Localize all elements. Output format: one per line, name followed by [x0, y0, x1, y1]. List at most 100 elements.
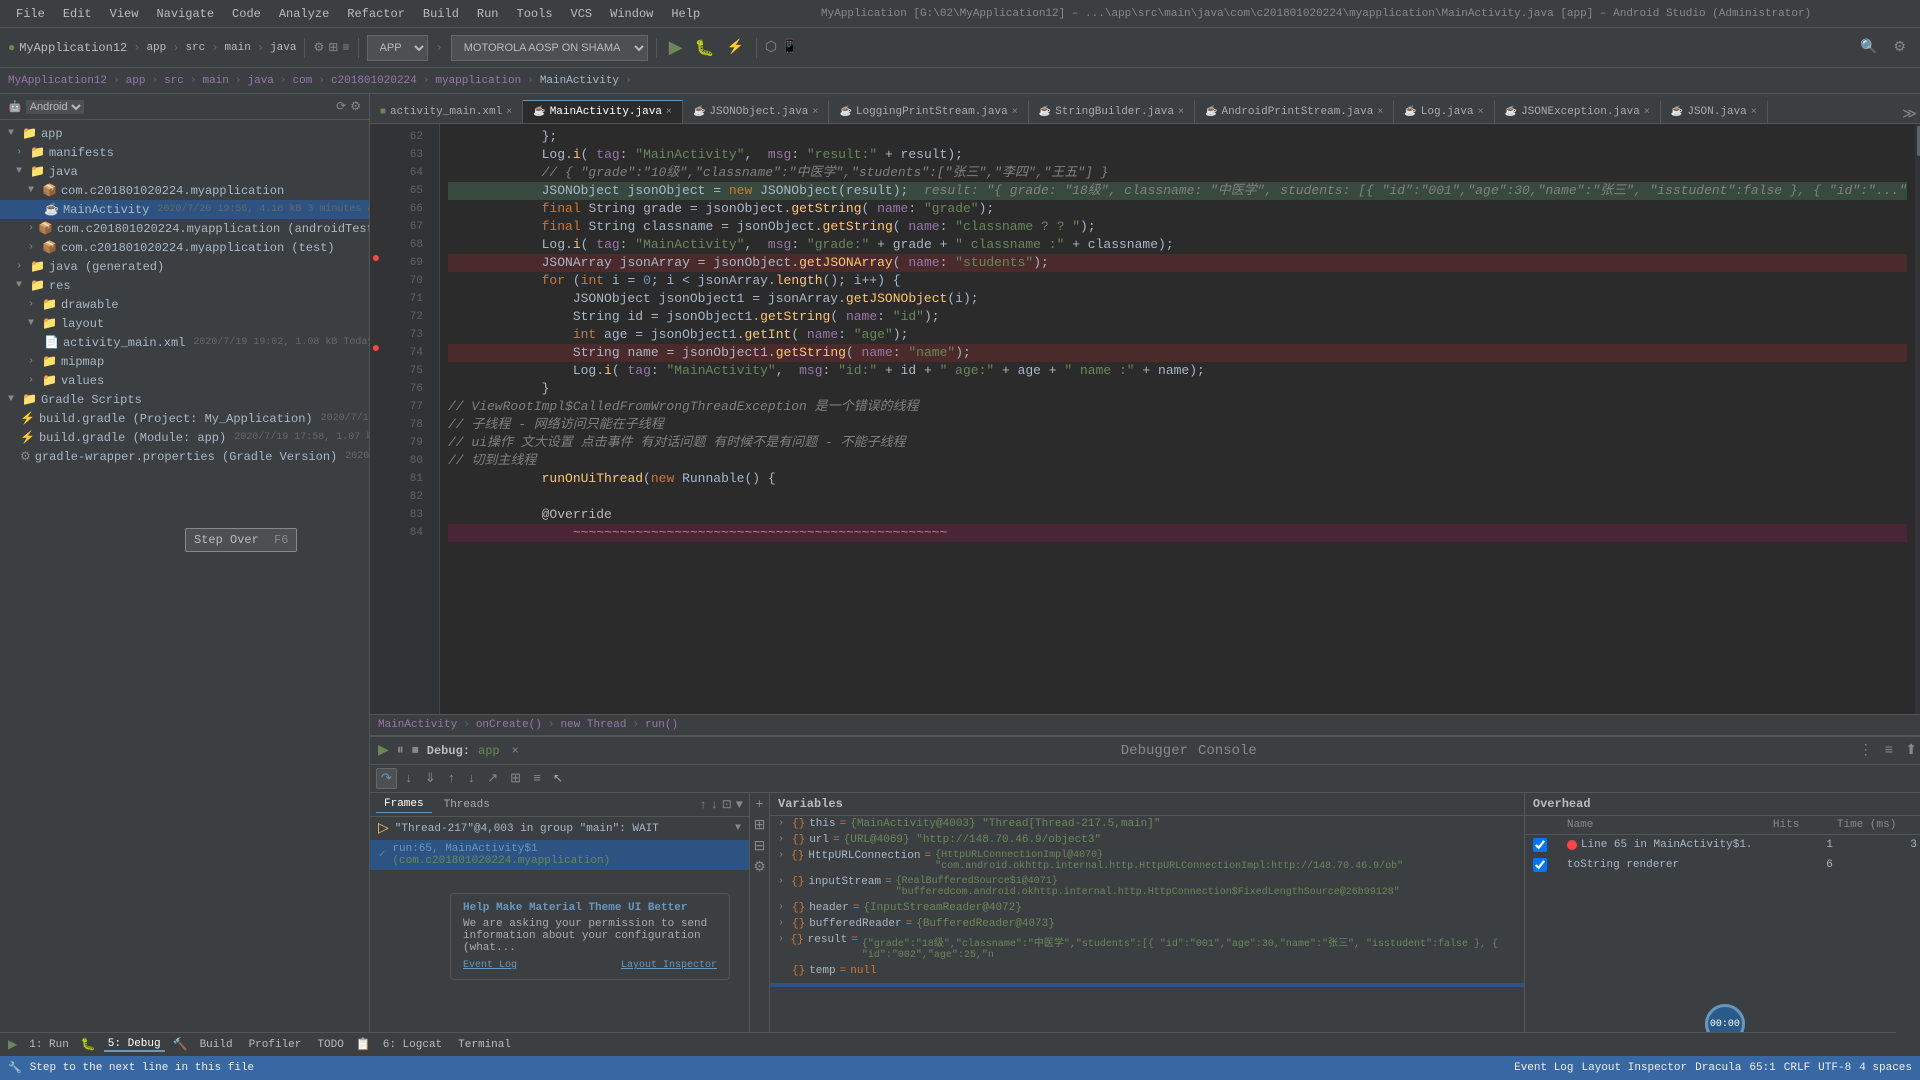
overhead-row-1[interactable]: Line 65 in MainActivity$1. 1 3: [1525, 835, 1920, 855]
menu-build[interactable]: Build: [415, 5, 467, 23]
step-over-btn[interactable]: ↷: [376, 768, 397, 789]
debugger-tab-btn[interactable]: Debugger: [1117, 741, 1192, 761]
nav-crumb-src[interactable]: src: [164, 75, 184, 87]
menu-edit[interactable]: Edit: [55, 5, 100, 23]
overhead-row-2[interactable]: toString renderer 6: [1525, 855, 1920, 875]
tab-stringbuilder-java[interactable]: ☕ StringBuilder.java ×: [1029, 100, 1195, 123]
var-header[interactable]: › {} header = {InputStreamReader@4072}: [770, 900, 1524, 916]
trace-btn[interactable]: ≡: [529, 769, 545, 788]
force-step-into-btn[interactable]: ⇓: [421, 769, 440, 788]
tab-androidprintstream-java[interactable]: ☕ AndroidPrintStream.java ×: [1195, 100, 1394, 123]
menu-vcs[interactable]: VCS: [563, 5, 601, 23]
add-watch-btn[interactable]: +: [752, 797, 767, 813]
bottom-tab-debug[interactable]: 5: Debug: [104, 1038, 165, 1052]
debug-restore-btn[interactable]: ⬆: [1905, 742, 1917, 759]
tree-mainactivity[interactable]: ☕ MainActivity 2020/7/20 19:56, 4.18 kB …: [0, 200, 369, 219]
threads-tab[interactable]: Threads: [436, 797, 498, 813]
menu-analyze[interactable]: Analyze: [271, 5, 337, 23]
run-to-cursor-btn[interactable]: ↗: [483, 769, 502, 788]
search-everywhere-icon[interactable]: 🔍: [1854, 39, 1883, 56]
collapse-all-btn[interactable]: ⊟: [752, 838, 767, 855]
expand-all-btn[interactable]: ⊞: [752, 817, 767, 834]
overhead-checkbox-2[interactable]: [1533, 858, 1547, 872]
bottom-tab-build[interactable]: Build: [196, 1039, 237, 1051]
menu-navigate[interactable]: Navigate: [148, 5, 222, 23]
menu-help[interactable]: Help: [663, 5, 708, 23]
nav-crumb-mainactivity[interactable]: MainActivity: [540, 75, 619, 87]
status-encoding[interactable]: UTF-8: [1818, 1062, 1851, 1074]
nav-crumb-app[interactable]: app: [126, 75, 146, 87]
tree-res[interactable]: ▼ 📁 res: [0, 276, 369, 295]
step-out-btn[interactable]: ↑: [444, 769, 460, 788]
tree-java-generated[interactable]: › 📁 java (generated): [0, 257, 369, 276]
tree-app[interactable]: ▼ 📁 app: [0, 124, 369, 143]
tab-close-btn[interactable]: ×: [666, 107, 672, 118]
var-settings-btn[interactable]: ⚙: [752, 859, 767, 876]
toolbar-icon-2[interactable]: ⊞: [328, 40, 338, 55]
tab-close-btn[interactable]: ×: [1178, 107, 1184, 118]
run-button[interactable]: ▶: [665, 35, 687, 61]
nav-crumb-java[interactable]: java: [248, 75, 274, 87]
nav-crumb-myapp[interactable]: myapplication: [435, 75, 521, 87]
var-temp[interactable]: {} temp = null: [770, 963, 1524, 979]
tab-jsonexception-java[interactable]: ☕ JSONException.java ×: [1495, 100, 1661, 123]
frame-filter-btn[interactable]: ▼: [736, 798, 743, 812]
breadcrumb-run[interactable]: run(): [645, 719, 678, 731]
bottom-tab-run[interactable]: 1: Run: [25, 1039, 73, 1051]
frame-item-thread217[interactable]: ▷ "Thread-217"@4,003 in group "main": WA…: [370, 817, 749, 840]
var-this[interactable]: › {} this = {MainActivity@4003} "Thread[…: [770, 816, 1524, 832]
frame-down-btn[interactable]: ↓: [711, 798, 718, 812]
status-crlf[interactable]: CRLF: [1784, 1062, 1810, 1074]
tab-close-btn[interactable]: ×: [812, 107, 818, 118]
tree-values[interactable]: › 📁 values: [0, 371, 369, 390]
breakpoint-74[interactable]: ●: [370, 340, 382, 358]
tree-gradle-scripts[interactable]: ▼ 📁 Gradle Scripts: [0, 390, 369, 409]
frame-item-run65[interactable]: ✓ run:65, MainActivity$1 (com.c201801020…: [370, 840, 749, 870]
event-log-link[interactable]: Event Log: [463, 960, 517, 971]
avd-manager-icon[interactable]: 📱: [781, 39, 798, 56]
tab-activity-main-xml[interactable]: ■ activity_main.xml ×: [370, 100, 523, 123]
debug-pause-icon[interactable]: ⏸: [397, 743, 404, 759]
tab-loggingprintstream-java[interactable]: ☕ LoggingPrintStream.java ×: [829, 100, 1028, 123]
console-tab-btn[interactable]: Console: [1194, 741, 1261, 761]
menu-view[interactable]: View: [102, 5, 147, 23]
overhead-checkbox-1[interactable]: [1533, 838, 1547, 852]
tab-json-java[interactable]: ☕ JSON.java ×: [1661, 100, 1768, 123]
menu-file[interactable]: File: [8, 5, 53, 23]
debug-button[interactable]: 🐛: [691, 36, 719, 60]
nav-crumb-com[interactable]: com: [293, 75, 313, 87]
tab-close-btn[interactable]: ×: [506, 107, 512, 118]
menu-code[interactable]: Code: [224, 5, 269, 23]
tree-activity-main-xml[interactable]: 📄 activity_main.xml 2020/7/19 19:02, 1.0…: [0, 333, 369, 352]
tab-mainactivity-java[interactable]: ☕ MainActivity.java ×: [523, 100, 683, 123]
tab-jsonobject-java[interactable]: ☕ JSONObject.java ×: [683, 100, 830, 123]
view-selector[interactable]: Android: [26, 100, 84, 114]
frame-up-btn[interactable]: ↑: [699, 798, 706, 812]
attach-btn[interactable]: ⚡: [722, 37, 747, 58]
status-position[interactable]: 65:1: [1749, 1062, 1775, 1074]
tree-build-gradle-project[interactable]: ⚡ build.gradle (Project: My_Application)…: [0, 409, 369, 428]
tree-layout[interactable]: ▼ 📁 layout: [0, 314, 369, 333]
menu-run[interactable]: Run: [469, 5, 507, 23]
debug-more-btn[interactable]: ⋮: [1859, 742, 1873, 759]
tree-gradle-wrapper[interactable]: ⚙ gradle-wrapper.properties (Gradle Vers…: [0, 447, 369, 466]
bottom-tab-todo[interactable]: TODO: [313, 1039, 347, 1051]
settings-icon[interactable]: ⚙: [1887, 39, 1912, 56]
nav-crumb-main[interactable]: main: [202, 75, 228, 87]
var-httpurlconnection[interactable]: › {} HttpURLConnection = {HttpURLConnect…: [770, 848, 1524, 874]
device-selector[interactable]: MOTOROLA AOSP ON SHAMA: [451, 35, 648, 61]
evaluate-btn[interactable]: ⊞: [506, 769, 525, 788]
breakpoint-69[interactable]: ●: [370, 250, 382, 268]
breadcrumb-mainactivity[interactable]: MainActivity: [378, 719, 457, 731]
tree-drawable[interactable]: › 📁 drawable: [0, 295, 369, 314]
tab-log-java[interactable]: ☕ Log.java ×: [1394, 100, 1494, 123]
code-content[interactable]: }; Log.i( tag: "MainActivity", msg: "res…: [440, 124, 1915, 714]
frames-tab[interactable]: Frames: [376, 796, 432, 813]
tree-java[interactable]: ▼ 📁 java: [0, 162, 369, 181]
cog-icon[interactable]: ⚙: [350, 99, 361, 114]
bottom-tab-profiler[interactable]: Profiler: [245, 1039, 306, 1051]
debug-run-icon[interactable]: ▶: [378, 742, 389, 759]
status-theme[interactable]: Dracula: [1695, 1062, 1741, 1074]
debug-stop-icon[interactable]: ⏹: [412, 743, 419, 759]
nav-crumb-package[interactable]: c201801020224: [331, 75, 417, 87]
